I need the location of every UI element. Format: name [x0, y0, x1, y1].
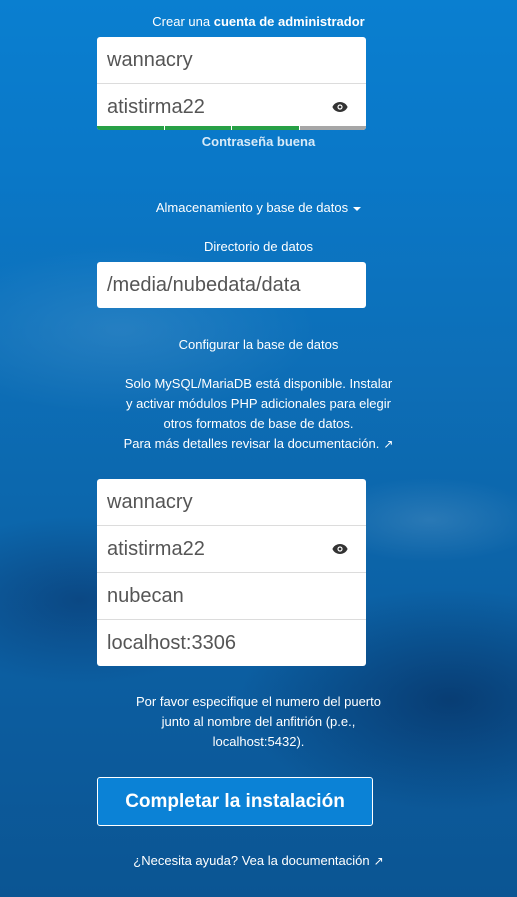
- external-link-icon: ↗: [383, 437, 394, 451]
- strength-segment: [299, 126, 366, 130]
- eye-icon[interactable]: [332, 542, 348, 556]
- data-directory-row: [97, 262, 366, 308]
- admin-password-input[interactable]: [97, 84, 366, 130]
- host-hint-line: junto al nombre del anfitrión (p.e.,: [161, 714, 356, 729]
- host-hint-line: Por favor especifique el numero del puer…: [136, 694, 381, 709]
- db-name-row: [97, 573, 366, 620]
- strength-segment: [97, 126, 164, 130]
- host-hint-line: localhost:5432).: [212, 734, 305, 749]
- database-info-line: Solo MySQL/MariaDB está disponible. Inst…: [124, 376, 393, 391]
- db-user-row: [97, 479, 366, 526]
- password-strength-meter: [97, 126, 366, 130]
- strength-segment: [164, 126, 231, 130]
- database-credentials-group: [97, 479, 366, 666]
- db-password-row: [97, 526, 366, 573]
- database-info-line: otros formatos de base de datos.: [163, 416, 354, 431]
- admin-username-input[interactable]: [97, 37, 366, 83]
- admin-account-title: Crear una cuenta de administrador: [152, 14, 365, 29]
- data-directory-label: Directorio de datos: [203, 239, 314, 254]
- db-user-input[interactable]: [97, 479, 366, 525]
- password-strength-label: Contraseña buena: [201, 134, 316, 149]
- db-password-input[interactable]: [97, 526, 366, 572]
- complete-installation-button[interactable]: Completar la instalación: [97, 777, 373, 826]
- eye-icon[interactable]: [332, 100, 348, 114]
- help-documentation-link[interactable]: ¿Necesita ayuda? Vea la documentación ↗: [0, 851, 517, 871]
- admin-credentials-group: [97, 37, 366, 130]
- setup-page: Crear una cuenta de administrador Contra…: [0, 0, 517, 897]
- data-directory-group: [97, 262, 366, 308]
- db-host-input[interactable]: [97, 620, 366, 666]
- db-host-row: [97, 620, 366, 666]
- data-directory-input[interactable]: [97, 262, 366, 308]
- admin-password-row: [97, 84, 366, 130]
- documentation-link[interactable]: Para más detalles revisar la documentaci…: [0, 434, 517, 454]
- database-info-line: y activar módulos PHP adicionales para e…: [126, 396, 391, 411]
- caret-down-icon: [353, 206, 362, 211]
- strength-segment: [232, 126, 299, 130]
- external-link-icon: ↗: [373, 854, 384, 868]
- configure-database-label: Configurar la base de datos: [178, 337, 339, 352]
- admin-username-row: [97, 37, 366, 84]
- db-name-input[interactable]: [97, 573, 366, 619]
- storage-toggle[interactable]: Almacenamiento y base de datos: [0, 198, 517, 218]
